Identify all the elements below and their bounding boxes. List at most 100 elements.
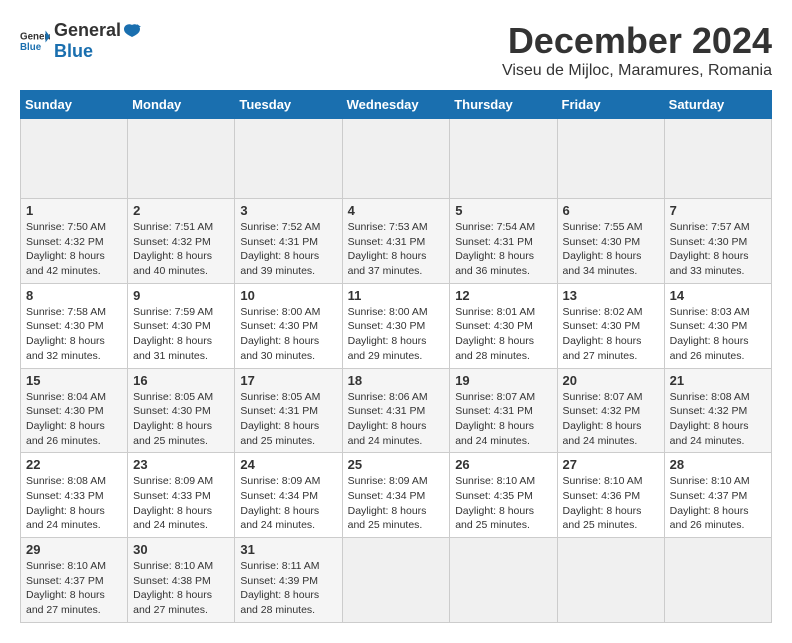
col-tuesday: Tuesday [235, 91, 342, 119]
page-header: General Blue General Blue December 2024 … [20, 20, 772, 80]
day-detail: Sunrise: 7:58 AMSunset: 4:30 PMDaylight:… [26, 305, 122, 364]
calendar-cell: 29 Sunrise: 8:10 AMSunset: 4:37 PMDayligh… [21, 538, 128, 623]
day-detail: Sunrise: 8:00 AMSunset: 4:30 PMDaylight:… [240, 305, 336, 364]
calendar-cell [235, 119, 342, 199]
calendar-cell: 14Sunrise: 8:03 AMSunset: 4:30 PMDayligh… [664, 283, 771, 368]
col-sunday: Sunday [21, 91, 128, 119]
calendar-header-row: Sunday Monday Tuesday Wednesday Thursday… [21, 91, 772, 119]
calendar-cell: 4Sunrise: 7:53 AMSunset: 4:31 PMDaylight… [342, 199, 450, 284]
day-number: 4 [348, 203, 445, 218]
day-detail: Sunrise: 8:05 AMSunset: 4:30 PMDaylight:… [133, 390, 229, 449]
day-detail: Sunrise: 8:10 AMSunset: 4:36 PMDaylight:… [563, 474, 659, 533]
title-section: December 2024 Viseu de Mijloc, Maramures… [502, 20, 772, 80]
logo: General Blue General Blue [20, 20, 141, 62]
calendar-cell: 16 Sunrise: 8:05 AMSunset: 4:30 PMDayligh… [128, 368, 235, 453]
calendar-cell: 15Sunrise: 8:04 AMSunset: 4:30 PMDayligh… [21, 368, 128, 453]
day-number: 18 [348, 373, 445, 388]
day-number: 27 [563, 457, 659, 472]
day-number: 28 [670, 457, 766, 472]
day-number: 11 [348, 288, 445, 303]
calendar-cell [664, 538, 771, 623]
day-detail: Sunrise: 8:00 AMSunset: 4:30 PMDaylight:… [348, 305, 445, 364]
calendar-week-row: 29 Sunrise: 8:10 AMSunset: 4:37 PMDayligh… [21, 538, 772, 623]
day-number: 7 [670, 203, 766, 218]
day-number: 13 [563, 288, 659, 303]
calendar-week-row: 15Sunrise: 8:04 AMSunset: 4:30 PMDayligh… [21, 368, 772, 453]
logo-icon: General Blue [20, 29, 50, 53]
calendar-cell [128, 119, 235, 199]
day-detail: Sunrise: 8:01 AMSunset: 4:30 PMDaylight:… [455, 305, 551, 364]
calendar-cell: 28 Sunrise: 8:10 AMSunset: 4:37 PMDayligh… [664, 453, 771, 538]
calendar-cell [450, 119, 557, 199]
day-detail: Sunrise: 8:10 AMSunset: 4:37 PMDaylight:… [670, 474, 766, 533]
calendar-cell: 13Sunrise: 8:02 AMSunset: 4:30 PMDayligh… [557, 283, 664, 368]
calendar-cell: 31Sunrise: 8:11 AMSunset: 4:39 PMDayligh… [235, 538, 342, 623]
calendar-cell: 7 Sunrise: 7:57 AMSunset: 4:30 PMDaylight… [664, 199, 771, 284]
calendar-cell: 1 Sunrise: 7:50 AMSunset: 4:32 PMDaylight… [21, 199, 128, 284]
calendar-cell: 24 Sunrise: 8:09 AMSunset: 4:34 PMDayligh… [235, 453, 342, 538]
calendar-week-row: 22 Sunrise: 8:08 AMSunset: 4:33 PMDayligh… [21, 453, 772, 538]
calendar-cell: 19 Sunrise: 8:07 AMSunset: 4:31 PMDayligh… [450, 368, 557, 453]
logo-text-general: General [54, 20, 121, 41]
day-number: 2 [133, 203, 229, 218]
day-number: 26 [455, 457, 551, 472]
col-monday: Monday [128, 91, 235, 119]
day-number: 23 [133, 457, 229, 472]
day-detail: Sunrise: 8:10 AMSunset: 4:35 PMDaylight:… [455, 474, 551, 533]
calendar-cell: 8 Sunrise: 7:58 AMSunset: 4:30 PMDaylight… [21, 283, 128, 368]
calendar-week-row: 1 Sunrise: 7:50 AMSunset: 4:32 PMDaylight… [21, 199, 772, 284]
calendar-cell: 10Sunrise: 8:00 AMSunset: 4:30 PMDayligh… [235, 283, 342, 368]
day-number: 30 [133, 542, 229, 557]
calendar-cell: 27 Sunrise: 8:10 AMSunset: 4:36 PMDayligh… [557, 453, 664, 538]
day-detail: Sunrise: 7:55 AMSunset: 4:30 PMDaylight:… [563, 220, 659, 279]
calendar-cell: 25Sunrise: 8:09 AMSunset: 4:34 PMDayligh… [342, 453, 450, 538]
day-detail: Sunrise: 8:04 AMSunset: 4:30 PMDaylight:… [26, 390, 122, 449]
day-detail: Sunrise: 8:05 AMSunset: 4:31 PMDaylight:… [240, 390, 336, 449]
day-number: 22 [26, 457, 122, 472]
day-detail: Sunrise: 8:03 AMSunset: 4:30 PMDaylight:… [670, 305, 766, 364]
logo-bird-icon [123, 23, 141, 39]
calendar-cell: 20 Sunrise: 8:07 AMSunset: 4:32 PMDayligh… [557, 368, 664, 453]
calendar-cell: 6Sunrise: 7:55 AMSunset: 4:30 PMDaylight… [557, 199, 664, 284]
day-detail: Sunrise: 8:10 AMSunset: 4:37 PMDaylight:… [26, 559, 122, 618]
day-detail: Sunrise: 8:07 AMSunset: 4:32 PMDaylight:… [563, 390, 659, 449]
day-detail: Sunrise: 8:07 AMSunset: 4:31 PMDaylight:… [455, 390, 551, 449]
calendar-cell: 22 Sunrise: 8:08 AMSunset: 4:33 PMDayligh… [21, 453, 128, 538]
calendar-cell: 5Sunrise: 7:54 AMSunset: 4:31 PMDaylight… [450, 199, 557, 284]
calendar-cell: 17 Sunrise: 8:05 AMSunset: 4:31 PMDayligh… [235, 368, 342, 453]
day-number: 19 [455, 373, 551, 388]
day-number: 3 [240, 203, 336, 218]
day-number: 5 [455, 203, 551, 218]
day-detail: Sunrise: 7:50 AMSunset: 4:32 PMDaylight:… [26, 220, 122, 279]
location-title: Viseu de Mijloc, Maramures, Romania [502, 62, 772, 80]
day-number: 1 [26, 203, 122, 218]
day-detail: Sunrise: 8:08 AMSunset: 4:32 PMDaylight:… [670, 390, 766, 449]
calendar-cell [450, 538, 557, 623]
day-number: 17 [240, 373, 336, 388]
col-wednesday: Wednesday [342, 91, 450, 119]
day-number: 29 [26, 542, 122, 557]
day-detail: Sunrise: 8:08 AMSunset: 4:33 PMDaylight:… [26, 474, 122, 533]
calendar-cell: 30Sunrise: 8:10 AMSunset: 4:38 PMDayligh… [128, 538, 235, 623]
month-title: December 2024 [502, 20, 772, 62]
logo-text-blue: Blue [54, 41, 141, 62]
calendar-cell: 2Sunrise: 7:51 AMSunset: 4:32 PMDaylight… [128, 199, 235, 284]
day-detail: Sunrise: 7:59 AMSunset: 4:30 PMDaylight:… [133, 305, 229, 364]
day-detail: Sunrise: 8:09 AMSunset: 4:34 PMDaylight:… [240, 474, 336, 533]
day-detail: Sunrise: 8:09 AMSunset: 4:34 PMDaylight:… [348, 474, 445, 533]
calendar-cell [342, 538, 450, 623]
day-number: 24 [240, 457, 336, 472]
day-number: 20 [563, 373, 659, 388]
col-saturday: Saturday [664, 91, 771, 119]
day-detail: Sunrise: 8:09 AMSunset: 4:33 PMDaylight:… [133, 474, 229, 533]
col-thursday: Thursday [450, 91, 557, 119]
day-detail: Sunrise: 8:11 AMSunset: 4:39 PMDaylight:… [240, 559, 336, 618]
day-number: 16 [133, 373, 229, 388]
calendar-cell: 21 Sunrise: 8:08 AMSunset: 4:32 PMDayligh… [664, 368, 771, 453]
day-number: 8 [26, 288, 122, 303]
day-number: 21 [670, 373, 766, 388]
col-friday: Friday [557, 91, 664, 119]
day-number: 9 [133, 288, 229, 303]
day-detail: Sunrise: 7:57 AMSunset: 4:30 PMDaylight:… [670, 220, 766, 279]
calendar-week-row: 8 Sunrise: 7:58 AMSunset: 4:30 PMDaylight… [21, 283, 772, 368]
